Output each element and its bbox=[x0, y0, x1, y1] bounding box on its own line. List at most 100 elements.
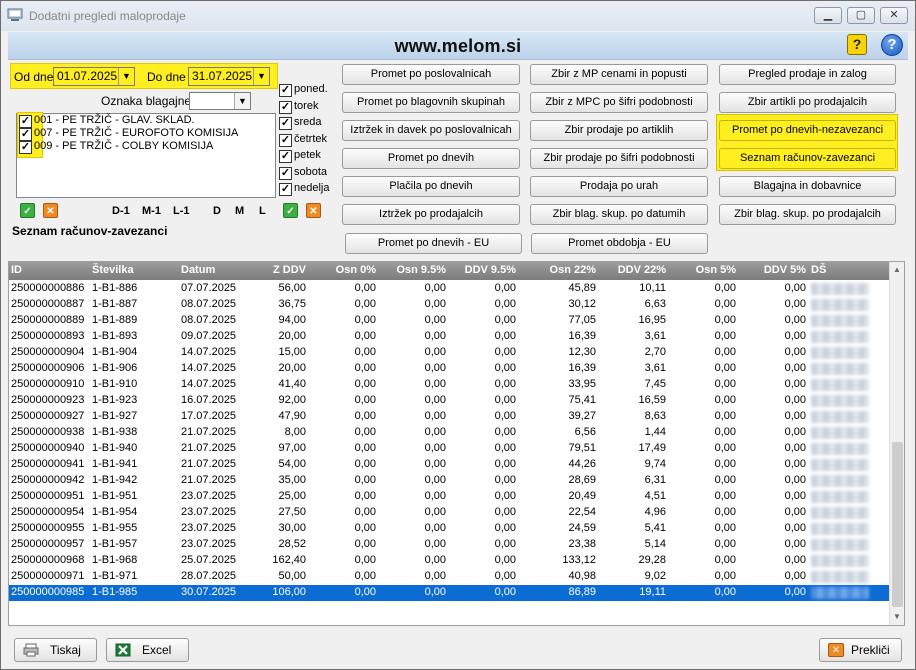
report-button-col2-0[interactable]: Zbir z MP cenami in popusti bbox=[530, 64, 708, 85]
report-button-col1-1[interactable]: Promet po blagovnih skupinah bbox=[342, 92, 520, 113]
table-row[interactable]: 250000000985 1-B1-985 30.07.2025 106,00 0,00… bbox=[9, 585, 889, 601]
table-row[interactable]: 250000000886 1-B1-886 07.07.2025 56,00 0,00 0… bbox=[9, 281, 889, 297]
maximize-button[interactable]: ▢ bbox=[847, 7, 875, 24]
table-row[interactable]: 250000000954 1-B1-954 23.07.2025 27,50 0,00 0… bbox=[9, 505, 889, 521]
shortcut-l[interactable]: L bbox=[259, 205, 266, 217]
report-button-col2-1[interactable]: Zbir z MPC po šifri podobnosti bbox=[530, 92, 708, 113]
table-row[interactable]: 250000000887 1-B1-887 08.07.2025 36,75 0,00 0… bbox=[9, 297, 889, 313]
table-row[interactable]: 250000000957 1-B1-957 23.07.2025 28,52 0,00 0… bbox=[9, 537, 889, 553]
column-header[interactable]: DDV 22% bbox=[599, 264, 666, 276]
vertical-scrollbar[interactable]: ▲ ▼ bbox=[889, 262, 904, 625]
close-button[interactable]: ✕ bbox=[880, 7, 908, 24]
location-item[interactable]: ✓ 009 - PE TRŽIČ - COLBY KOMISIJA bbox=[19, 140, 269, 154]
table-row[interactable]: 250000000951 1-B1-951 23.07.2025 25,00 0,00 0… bbox=[9, 489, 889, 505]
chevron-down-icon[interactable]: ▼ bbox=[118, 68, 134, 85]
report-button-col2-4[interactable]: Prodaja po urah bbox=[530, 176, 708, 197]
table-row[interactable]: 250000000893 1-B1-893 09.07.2025 20,00 0,00 0… bbox=[9, 329, 889, 345]
report-button-col1-4[interactable]: Plačila po dnevih bbox=[342, 176, 520, 197]
eu-report-button-0[interactable]: Promet po dnevih - EU bbox=[345, 233, 522, 254]
from-date-input[interactable]: 01.07.2025 ▼ bbox=[53, 67, 135, 86]
report-button-col2-3[interactable]: Zbir prodaje po šifri podobnosti bbox=[530, 148, 708, 169]
day-checkbox-0[interactable]: ✓ bbox=[279, 84, 292, 97]
clear-locations-button[interactable]: ✕ bbox=[43, 203, 58, 218]
column-header[interactable]: Osn 22% bbox=[529, 264, 596, 276]
print-button[interactable]: Tiskaj bbox=[14, 638, 97, 662]
table-cell: 0,00 bbox=[424, 394, 446, 406]
scroll-thumb[interactable] bbox=[892, 442, 903, 607]
report-button-col1-3[interactable]: Promet po dnevih bbox=[342, 148, 520, 169]
select-all-locations-button[interactable]: ✓ bbox=[20, 203, 35, 218]
table-row[interactable]: 250000000906 1-B1-906 14.07.2025 20,00 0,00 0… bbox=[9, 361, 889, 377]
table-row[interactable]: 250000000940 1-B1-940 21.07.2025 97,00 0,00 0… bbox=[9, 441, 889, 457]
report-button-col3-4[interactable]: Blagajna in dobavnice bbox=[719, 176, 896, 197]
cancel-button[interactable]: ✕ Prekliči bbox=[819, 638, 902, 662]
table-row[interactable]: 250000000923 1-B1-923 16.07.2025 92,00 0,00 0… bbox=[9, 393, 889, 409]
day-checkbox-2[interactable]: ✓ bbox=[279, 117, 292, 130]
location-checkbox[interactable]: ✓ bbox=[19, 115, 32, 128]
column-header[interactable]: Osn 9.5% bbox=[389, 264, 446, 276]
to-date-input[interactable]: 31.07.2025 ▼ bbox=[188, 67, 270, 86]
table-cell: 1-B1-927 bbox=[92, 410, 138, 422]
column-header[interactable]: Z DDV bbox=[249, 264, 306, 276]
scroll-up-icon[interactable]: ▲ bbox=[893, 265, 901, 274]
table-row[interactable]: 250000000910 1-B1-910 14.07.2025 41,40 0,00 0… bbox=[9, 377, 889, 393]
help-icon[interactable]: ? bbox=[847, 34, 867, 55]
table-row[interactable]: 250000000927 1-B1-927 17.07.2025 47,90 0,00 0… bbox=[9, 409, 889, 425]
table-cell: 2,70 bbox=[644, 346, 666, 358]
shortcut-d-1[interactable]: D-1 bbox=[112, 205, 130, 217]
day-checkbox-6[interactable]: ✓ bbox=[279, 183, 292, 196]
scroll-down-icon[interactable]: ▼ bbox=[893, 612, 901, 621]
day-checkbox-1[interactable]: ✓ bbox=[279, 100, 292, 114]
excel-button[interactable]: Excel bbox=[106, 638, 189, 662]
select-all-days-button[interactable]: ✓ bbox=[283, 203, 298, 218]
column-header[interactable]: Številka bbox=[92, 264, 172, 276]
location-checkbox[interactable]: ✓ bbox=[19, 141, 32, 154]
report-button-col3-0[interactable]: Pregled prodaje in zalog bbox=[719, 64, 896, 85]
report-button-col1-5[interactable]: Iztržek po prodajalcih bbox=[342, 204, 520, 225]
results-grid[interactable]: ID Številka Datum Z DDV Osn 0% Osn 9.5% DDV 9.… bbox=[8, 261, 905, 626]
table-row[interactable]: 250000000942 1-B1-942 21.07.2025 35,00 0,00 0… bbox=[9, 473, 889, 489]
redacted-tax-number bbox=[811, 347, 869, 359]
day-checkbox-4[interactable]: ✓ bbox=[279, 150, 292, 163]
column-header[interactable]: DDV 5% bbox=[739, 264, 806, 276]
column-header[interactable]: ID bbox=[11, 264, 91, 276]
report-button-col3-1[interactable]: Zbir artikli po prodajalcih bbox=[719, 92, 896, 113]
day-checkbox-3[interactable]: ✓ bbox=[279, 133, 292, 147]
shortcut-m[interactable]: M bbox=[235, 205, 244, 217]
table-cell: 0,00 bbox=[424, 586, 446, 598]
table-row[interactable]: 250000000904 1-B1-904 14.07.2025 15,00 0,00 0… bbox=[9, 345, 889, 361]
minimize-button[interactable]: ▁ bbox=[814, 7, 842, 24]
chevron-down-icon[interactable]: ▼ bbox=[253, 68, 269, 85]
table-row[interactable]: 250000000889 1-B1-889 08.07.2025 94,00 0,00 0… bbox=[9, 313, 889, 329]
report-button-col3-3[interactable]: Seznam računov-zavezanci bbox=[719, 148, 896, 169]
report-button-col3-2[interactable]: Promet po dnevih-nezavezanci bbox=[719, 120, 896, 141]
column-header[interactable]: Osn 5% bbox=[669, 264, 736, 276]
location-label: 001 - PE TRŽIČ - GLAV. SKLAD. bbox=[34, 114, 195, 126]
table-row[interactable]: 250000000955 1-B1-955 23.07.2025 30,00 0,00 0… bbox=[9, 521, 889, 537]
shortcut-d[interactable]: D bbox=[213, 205, 221, 217]
report-button-col2-2[interactable]: Zbir prodaje po artiklih bbox=[530, 120, 708, 141]
report-button-col1-0[interactable]: Promet po poslovalnicah bbox=[342, 64, 520, 85]
report-button-col2-5[interactable]: Zbir blag. skup. po datumih bbox=[530, 204, 708, 225]
column-header[interactable]: Osn 0% bbox=[319, 264, 376, 276]
report-button-col3-5[interactable]: Zbir blag. skup. po prodajalcih bbox=[719, 204, 896, 225]
location-checkbox[interactable]: ✓ bbox=[19, 128, 32, 141]
info-icon[interactable]: ? bbox=[881, 34, 903, 56]
day-checkbox-5[interactable]: ✓ bbox=[279, 166, 292, 180]
eu-report-button-1[interactable]: Promet obdobja - EU bbox=[531, 233, 708, 254]
table-cell: 1-B1-951 bbox=[92, 490, 138, 502]
table-row[interactable]: 250000000941 1-B1-941 21.07.2025 54,00 0,00 0… bbox=[9, 457, 889, 473]
column-header[interactable]: DDV 9.5% bbox=[459, 264, 516, 276]
table-row[interactable]: 250000000971 1-B1-971 28.07.2025 50,00 0,00 0… bbox=[9, 569, 889, 585]
column-header[interactable]: DŠ bbox=[811, 264, 871, 276]
chevron-down-icon[interactable]: ▼ bbox=[234, 93, 250, 109]
table-cell: 0,00 bbox=[424, 458, 446, 470]
register-select[interactable]: ▼ bbox=[189, 92, 251, 110]
shortcut-l-1[interactable]: L-1 bbox=[173, 205, 190, 217]
table-row[interactable]: 250000000938 1-B1-938 21.07.2025 8,00 0,00 0,… bbox=[9, 425, 889, 441]
table-row[interactable]: 250000000968 1-B1-968 25.07.2025 162,40 0,00… bbox=[9, 553, 889, 569]
table-cell: 133,12 bbox=[562, 554, 596, 566]
report-button-col1-2[interactable]: Iztržek in davek po poslovalnicah bbox=[342, 120, 520, 141]
shortcut-m-1[interactable]: M-1 bbox=[142, 205, 161, 217]
clear-days-button[interactable]: ✕ bbox=[306, 203, 321, 218]
